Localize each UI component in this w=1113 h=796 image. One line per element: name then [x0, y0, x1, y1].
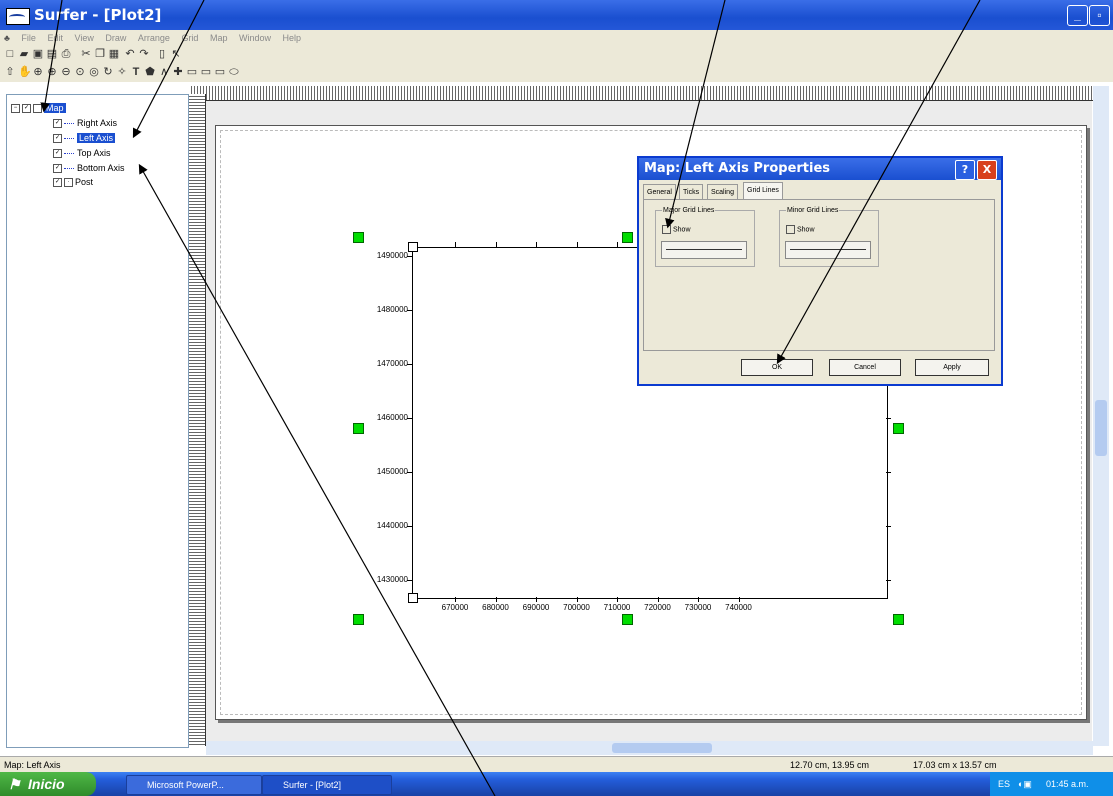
annotation-arrows — [40, 0, 981, 796]
arrow-to-bottom-axis — [138, 163, 496, 796]
arrow-to-left-axis — [132, 0, 205, 139]
arrow-to-map-node — [40, 0, 63, 113]
arrow-to-show-checkbox — [665, 0, 726, 229]
arrow-to-ok-button — [776, 0, 981, 365]
